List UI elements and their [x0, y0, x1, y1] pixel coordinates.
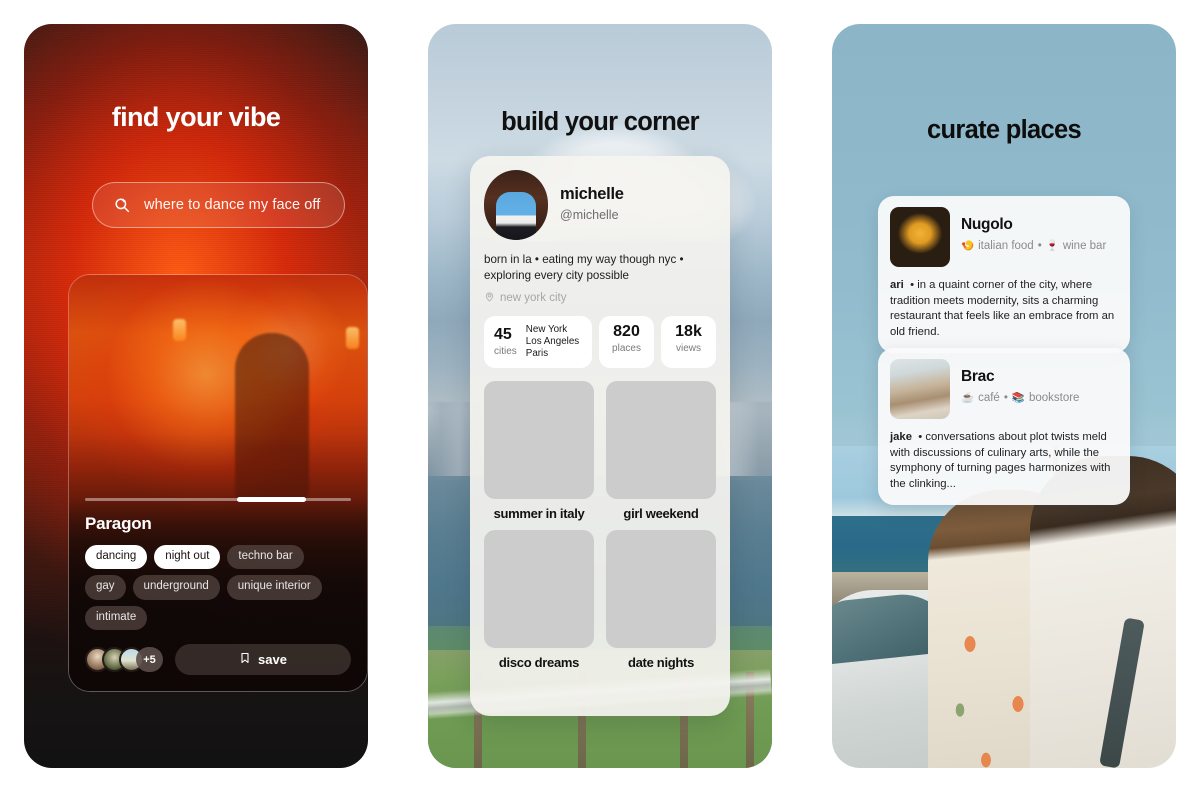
profile-name: michelle [560, 185, 624, 203]
place-card-header: Brac ☕ café • 📚 bookstore [890, 359, 1118, 419]
place-category-label: café [978, 391, 1000, 404]
place-thumbnail [890, 359, 950, 419]
profile-identity: michelle @michelle [560, 170, 624, 222]
panel-curate-places: curate places Nugolo 🍤 italian food • 🍷 … [832, 24, 1176, 768]
search-bar[interactable]: where to dance my face off [92, 182, 345, 228]
photo-progress-bar[interactable] [85, 496, 351, 502]
stat-city-list: New York Los Angeles Paris [525, 324, 580, 360]
board-card[interactable]: summer in italy [484, 381, 594, 521]
stat-places: 820 places [599, 316, 654, 369]
venue-tag[interactable]: unique interior [226, 575, 322, 600]
board-thumbnail [484, 381, 594, 500]
panel-1-title: find your vibe [111, 102, 281, 132]
place-categories: 🍤 italian food • 🍷 wine bar [961, 239, 1107, 253]
profile-bio: born in la • eating my way though nyc • … [484, 253, 684, 282]
board-thumbnail [484, 530, 594, 649]
stat-label: views [675, 343, 701, 355]
sparkle-search-icon [113, 196, 131, 214]
place-card-header: Nugolo 🍤 italian food • 🍷 wine bar [890, 207, 1118, 267]
stage-light [346, 327, 359, 349]
place-category-label: bookstore [1028, 391, 1080, 404]
stat-value: 45 [494, 326, 512, 344]
venue-tag-list: dancing night out techno bar gay undergr… [85, 544, 351, 630]
app-store-screenshot-set: find your vibe where to dance my face of… [0, 0, 1200, 792]
stat-views: 18k views [661, 316, 716, 369]
board-caption: date nights [627, 655, 695, 671]
venue-name: Paragon [85, 513, 152, 533]
place-card-nugolo[interactable]: Nugolo 🍤 italian food • 🍷 wine bar ari •… [878, 196, 1130, 354]
place-author: ari [890, 279, 904, 291]
profile-header: michelle @michelle [484, 170, 716, 240]
board-caption: girl weekend [623, 506, 699, 522]
board-thumbnail [606, 381, 716, 500]
place-name: Nugolo [961, 216, 1013, 233]
stage-light [173, 319, 186, 341]
board-grid: summer in italy girl weekend disco dream… [484, 381, 716, 670]
profile-location-label: new york city [500, 292, 567, 305]
venue-tag[interactable]: gay [85, 575, 126, 600]
place-identity: Brac ☕ café • 📚 bookstore [961, 359, 1079, 404]
board-card[interactable]: date nights [606, 530, 716, 670]
panel-find-your-vibe: find your vibe where to dance my face of… [24, 24, 368, 768]
save-button[interactable]: save [175, 644, 351, 675]
stat-value: 18k [675, 323, 702, 341]
venue-tag[interactable]: intimate [85, 605, 148, 630]
save-button-label: save [258, 652, 287, 667]
coffee-cup-icon: ☕ [961, 392, 975, 404]
place-description: jake • conversations about plot twists m… [890, 430, 1118, 492]
search-input-value: where to dance my face off [144, 197, 321, 213]
panel-3-title: curate places [927, 116, 1082, 144]
place-identity: Nugolo 🍤 italian food • 🍷 wine bar [961, 207, 1106, 252]
place-category-label: wine bar [1062, 239, 1107, 252]
venue-tag[interactable]: techno bar [227, 544, 304, 569]
venue-tag[interactable]: dancing [85, 544, 148, 569]
place-author: jake [890, 431, 912, 443]
board-caption: disco dreams [498, 655, 580, 671]
bookmark-icon [239, 651, 251, 668]
avatar-stack[interactable]: +5 [85, 647, 163, 672]
board-card[interactable]: girl weekend [606, 381, 716, 521]
place-categories: ☕ café • 📚 bookstore [961, 391, 1080, 405]
venue-card[interactable]: Paragon dancing night out techno bar gay… [68, 274, 368, 692]
place-thumbnail [890, 207, 950, 267]
stat-label: places [612, 343, 641, 355]
place-card-brac[interactable]: Brac ☕ café • 📚 bookstore jake • convers… [878, 348, 1130, 506]
venue-card-actions: +5 save [85, 644, 351, 675]
profile-location: new york city [484, 291, 716, 305]
profile-sheet: michelle @michelle born in la • eating m… [470, 156, 730, 716]
location-pin-icon [484, 291, 495, 305]
stat-label: cities [494, 346, 517, 358]
place-name: Brac [961, 368, 995, 385]
category-separator: • [1003, 391, 1008, 404]
venue-card-overlay: Paragon dancing night out techno bar gay… [69, 496, 367, 691]
shrimp-icon: 🍤 [961, 240, 975, 252]
venue-tag[interactable]: night out [154, 544, 221, 569]
books-icon: 📚 [1011, 392, 1025, 404]
avatar-overflow-count: +5 [136, 647, 163, 672]
stat-cities: 45 cities New York Los Angeles Paris [484, 316, 592, 369]
place-description-text: in a quaint corner of the city, where tr… [890, 279, 1115, 338]
profile-avatar[interactable] [484, 170, 548, 240]
board-caption: summer in italy [493, 506, 585, 522]
place-description: ari • in a quaint corner of the city, wh… [890, 278, 1118, 340]
board-thumbnail [606, 530, 716, 649]
stat-value: 820 [613, 323, 640, 341]
category-separator: • [1037, 239, 1042, 252]
wine-glass-icon: 🍷 [1045, 240, 1059, 252]
venue-tag[interactable]: underground [132, 575, 220, 600]
panel-build-your-corner: build your corner michelle @michelle bor… [428, 24, 772, 768]
author-separator: • [915, 431, 926, 443]
place-category-label: italian food [978, 239, 1034, 252]
author-separator: • [906, 279, 918, 291]
profile-handle: @michelle [560, 208, 619, 222]
board-card[interactable]: disco dreams [484, 530, 594, 670]
profile-stats: 45 cities New York Los Angeles Paris 820… [484, 316, 716, 369]
panel-2-title: build your corner [501, 108, 699, 136]
